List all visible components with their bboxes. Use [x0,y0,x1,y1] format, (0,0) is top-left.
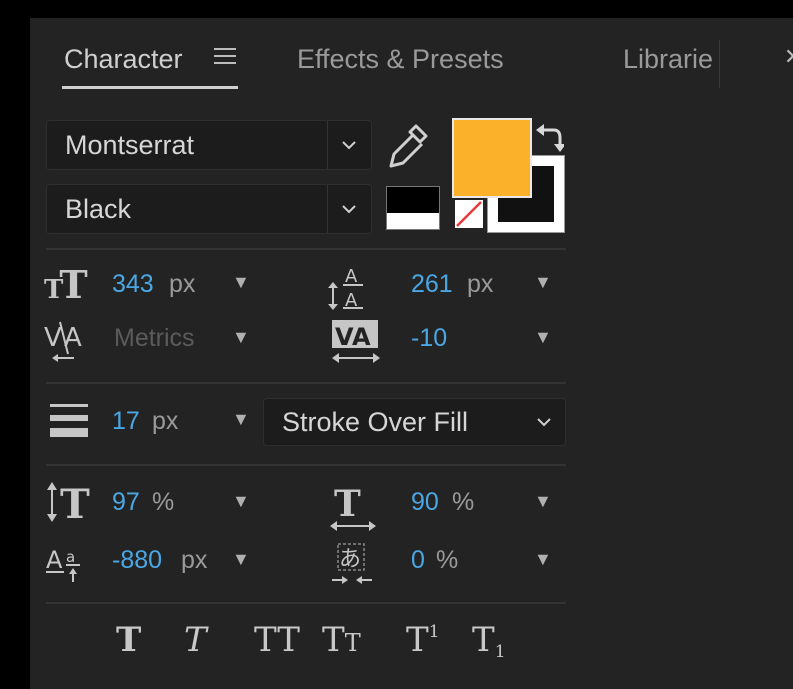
horizontal-scale-unit: % [452,488,475,516]
section-divider [46,382,566,384]
font-family-dropdown[interactable]: Montserrat [46,120,372,170]
font-size-dropdown-arrow[interactable]: ▼ [232,272,250,293]
superscript-base-glyph: T [406,620,429,660]
no-color-swatch[interactable] [455,200,483,228]
tsume-icon: あ [330,540,376,590]
tracking-value[interactable]: -10 [411,324,447,353]
section-divider [46,464,566,466]
svg-text:A: A [345,266,358,287]
section-divider [46,602,566,604]
tracking-dropdown-arrow[interactable]: ▼ [534,327,552,348]
font-style-value: Black [65,194,132,224]
svg-text:VA: VA [335,323,371,351]
vertical-scale-value[interactable]: 97 [112,488,140,517]
fill-color-swatch[interactable] [452,118,532,198]
section-divider [46,248,566,250]
font-family-value: Montserrat [65,130,195,160]
horizontal-scale-dropdown-arrow[interactable]: ▼ [534,491,552,512]
font-style-dropdown[interactable]: Black [46,184,372,234]
vertical-scale-dropdown-arrow[interactable]: ▼ [232,491,250,512]
stroke-width-value[interactable]: 17 [112,407,140,436]
kerning-dropdown-arrow[interactable]: ▼ [232,327,250,348]
svg-text:T: T [334,483,361,525]
small-caps-button[interactable]: TT [322,620,361,660]
tsume-unit: % [436,546,459,574]
baseline-shift-dropdown-arrow[interactable]: ▼ [232,549,250,570]
close-panel-icon[interactable]: ✕ [784,44,793,70]
faux-italic-button[interactable]: T [184,620,207,660]
leading-dropdown-arrow[interactable]: ▼ [534,272,552,293]
active-tab-indicator [62,86,238,89]
font-size-icon: TT [44,262,88,307]
baseline-shift-icon: A a [44,540,92,588]
vertical-scale-icon: T [44,480,96,528]
baseline-shift-value[interactable]: -880 [112,546,162,575]
character-panel [30,18,793,689]
tracking-icon: VA [330,318,382,370]
stroke-mode-dropdown[interactable]: Stroke Over Fill [263,398,566,446]
font-size-value[interactable]: 343 [112,270,154,299]
leading-value[interactable]: 261 [411,270,453,299]
horizontal-scale-icon: T [328,482,378,538]
baseline-shift-unit: px [181,546,208,574]
superscript-button[interactable]: T1 [406,620,440,660]
vertical-scale-unit: % [152,488,175,516]
stroke-width-dropdown-arrow[interactable]: ▼ [232,409,250,430]
subscript-base-glyph: T [472,620,495,660]
kerning-value[interactable]: Metrics [114,324,195,353]
svg-text:あ: あ [339,547,361,572]
horizontal-scale-value[interactable]: 90 [411,488,439,517]
black-white-swatch[interactable] [386,186,440,230]
superscript-mark: 1 [428,622,440,642]
svg-text:a: a [66,548,75,566]
tab-divider [719,40,720,88]
stroke-width-icon [48,402,90,442]
small-caps-small-glyph: T [344,629,361,657]
leading-unit: px [467,270,494,298]
stroke-mode-value: Stroke Over Fill [282,407,469,437]
stroke-width-unit: px [152,407,179,435]
chevron-down-icon [524,399,564,445]
svg-text:T: T [60,481,90,524]
subscript-button[interactable]: T1 [472,620,506,662]
tab-effects-presets[interactable]: Effects & Presets [297,44,504,75]
chevron-down-icon [329,185,369,233]
leading-icon: A A [325,262,371,316]
small-caps-large-glyph: T [322,620,345,660]
chevron-down-icon [329,121,369,169]
tab-libraries[interactable]: Librarie [623,44,713,75]
faux-bold-button[interactable]: T [116,620,141,660]
eyedropper-icon[interactable] [386,120,432,176]
panel-menu-icon[interactable] [214,48,236,66]
all-caps-button[interactable]: TT [254,620,300,660]
tsume-dropdown-arrow[interactable]: ▼ [534,549,552,570]
font-size-unit: px [169,270,196,298]
svg-text:A: A [46,546,63,574]
tsume-value[interactable]: 0 [411,546,425,575]
tab-character[interactable]: Character [64,44,183,75]
svg-text:V: V [44,323,62,353]
subscript-mark: 1 [494,642,506,662]
kerning-icon: V A [44,318,92,368]
swap-colors-icon[interactable] [534,122,566,159]
